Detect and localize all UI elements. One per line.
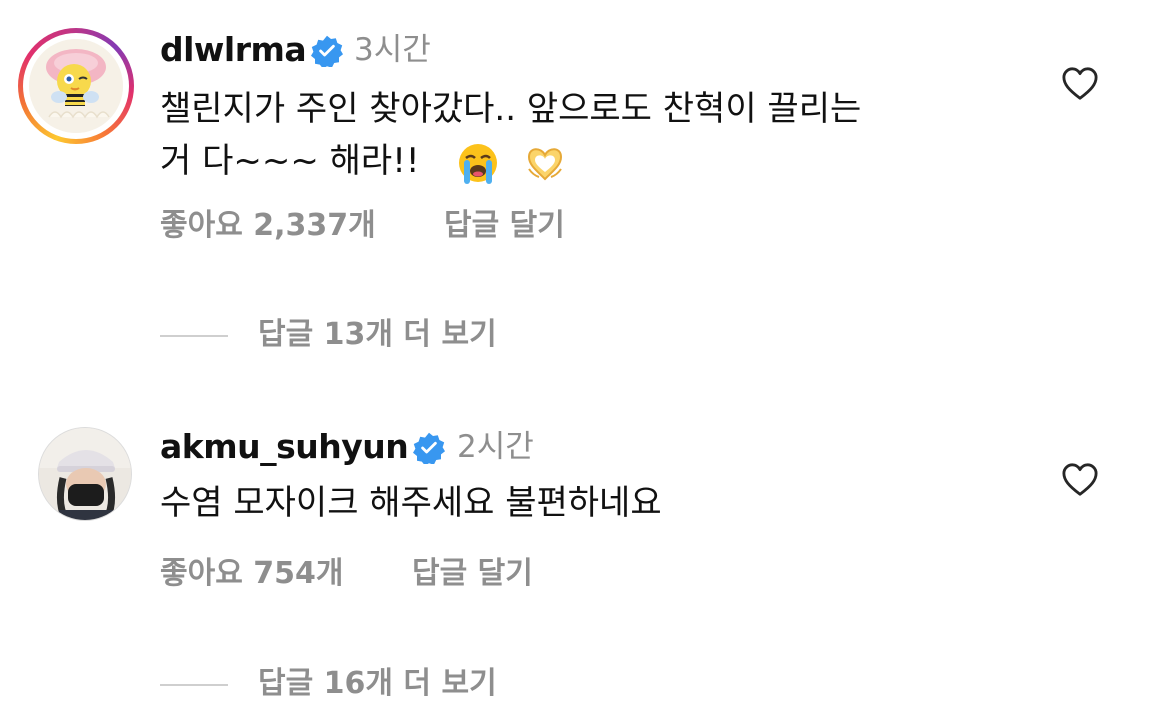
replies-divider (160, 684, 228, 686)
comment-text-line: 챌린지가 주인 찾아갔다.. 앞으로도 찬혁이 끌리는 (160, 89, 862, 129)
comment-like-count[interactable]: 좋아요 754개 (160, 554, 343, 594)
comment-item: dlwlrma 3시간 챌린지가 주인 찾아갔다.. 앞으로도 찬혁이 끌리는 … (0, 0, 1170, 370)
view-replies-label: 답글 16개 더 보기 (258, 666, 497, 701)
avatar-image (39, 428, 131, 520)
replies-divider (160, 335, 228, 337)
verified-badge-icon (311, 35, 343, 67)
comment-timestamp: 3시간 (354, 32, 431, 68)
like-heart-icon[interactable] (1061, 66, 1099, 102)
loudly-crying-face-icon (459, 143, 498, 184)
avatar-story-ring[interactable] (18, 28, 134, 144)
comment-text-line: 거 다~~~ 해라!! (160, 136, 567, 186)
comments-page: dlwlrma 3시간 챌린지가 주인 찾아갔다.. 앞으로도 찬혁이 끌리는 … (0, 0, 1170, 725)
comment-timestamp: 2시간 (457, 429, 534, 465)
comment-text: 수염 모자이크 해주세요 불편하네요 (160, 483, 662, 523)
comment-text: 거 다~~~ 해라!! (160, 141, 420, 181)
avatar[interactable] (38, 427, 132, 521)
comment-username[interactable]: dlwlrma (160, 30, 307, 70)
reply-button[interactable]: 답글 달기 (444, 206, 565, 246)
comment-username[interactable]: akmu_suhyun (160, 427, 409, 467)
comment-like-count[interactable]: 좋아요 2,337개 (160, 206, 376, 246)
comment-item (0, 370, 1170, 725)
like-heart-icon[interactable] (1061, 462, 1099, 498)
verified-badge-icon (413, 432, 445, 464)
avatar-image (29, 39, 123, 133)
avatar (29, 39, 123, 133)
view-replies-label: 답글 13개 더 보기 (258, 317, 497, 352)
heart-hands-icon (528, 147, 563, 180)
reply-button[interactable]: 답글 달기 (412, 554, 533, 594)
